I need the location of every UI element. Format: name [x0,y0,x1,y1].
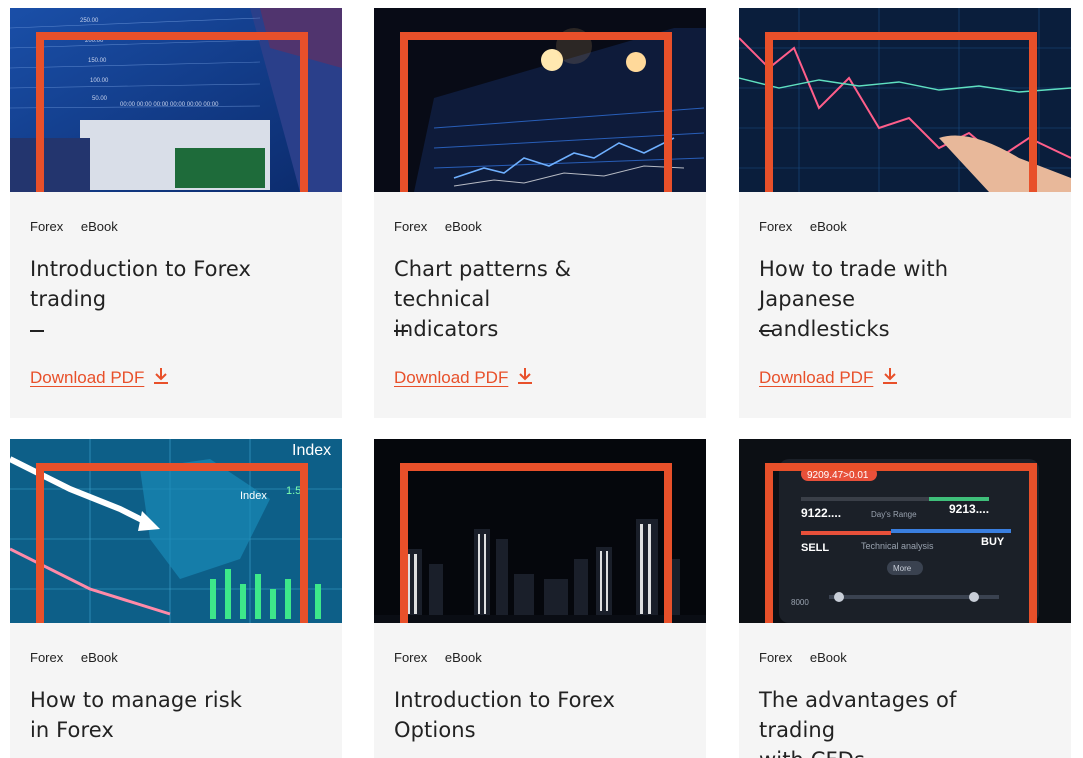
ebook-card[interactable]: Forex eBook How to trade with Japanese c… [739,8,1071,418]
title-line: indicators [394,317,499,341]
download-arrow-icon [518,368,533,384]
candlestick-chart-finger-image[interactable] [739,8,1071,192]
tag-list: Forex eBook [394,219,496,234]
overlay-text: Index [292,442,331,459]
tag[interactable]: Forex [30,219,63,234]
title-line: Introduction to Forex [394,688,616,712]
tag[interactable]: Forex [759,650,792,665]
title-line: The advantages of trading [759,688,957,742]
tag[interactable]: eBook [81,219,118,234]
title-line: candlesticks [759,317,890,341]
orange-frame [36,463,308,623]
card-title[interactable]: How to manage risk in Forex [30,685,310,745]
card-title[interactable]: The advantages of trading with CFDs [759,685,1039,758]
divider-dash [394,330,408,332]
title-line: How to trade with Japanese [759,257,949,311]
card-title[interactable]: How to trade with Japanese candlesticks [759,254,1039,344]
download-pdf-link[interactable]: Download PDF [394,368,533,388]
tag-list: Forex eBook [30,650,132,665]
title-line: Chart patterns & technical [394,257,572,311]
tag[interactable]: eBook [445,650,482,665]
card-title[interactable]: Introduction to Forex Options [394,685,674,745]
tag[interactable]: eBook [445,219,482,234]
divider-dash [759,330,773,332]
forex-trading-screen-image[interactable]: 250.00 200.00 150.00 100.00 50.00 00:00 00:… [10,8,342,192]
orange-frame [765,32,1037,192]
title-line: Options [394,718,476,742]
orange-frame [36,32,308,192]
title-line: in Forex [30,718,114,742]
tag[interactable]: eBook [810,650,847,665]
tag-list: Forex eBook [30,219,132,234]
download-label: Download PDF [30,368,145,387]
divider-dash [30,330,44,332]
tag-list: Forex eBook [759,650,861,665]
tag-list: Forex eBook [759,219,861,234]
tag[interactable]: eBook [810,219,847,234]
ebook-card[interactable]: Forex eBook Introduction to Forex Option… [374,439,706,758]
orange-frame [765,463,1037,623]
tag-list: Forex eBook [394,650,496,665]
title-line: Introduction to Forex [30,257,252,281]
ebook-card[interactable]: Index Index 1.56 Forex eBook How to mana… [10,439,342,758]
ebook-card[interactable]: Forex eBook Chart patterns & technical i… [374,8,706,418]
card-title[interactable]: Introduction to Forex trading [30,254,310,314]
download-arrow-icon [883,368,898,384]
download-label: Download PDF [394,368,509,387]
title-line: How to manage risk [30,688,243,712]
download-label: Download PDF [759,368,874,387]
ebook-card[interactable]: 250.00 200.00 150.00 100.00 50.00 00:00 00:… [10,8,342,418]
orange-frame [400,32,672,192]
download-arrow-icon [154,368,169,384]
city-skyline-night-image[interactable] [374,439,706,623]
card-title[interactable]: Chart patterns & technical indicators [394,254,674,344]
download-pdf-link[interactable]: Download PDF [30,368,169,388]
trading-app-phone-image[interactable]: 9209.47>0.01 9122.... Day's Range 9213..… [739,439,1071,623]
tag[interactable]: Forex [394,219,427,234]
download-pdf-link[interactable]: Download PDF [759,368,898,388]
ebook-card[interactable]: 9209.47>0.01 9122.... Day's Range 9213..… [739,439,1071,758]
index-world-map-chart-image[interactable]: Index Index 1.56 [10,439,342,623]
tag[interactable]: Forex [30,650,63,665]
tag[interactable]: Forex [759,219,792,234]
tag[interactable]: Forex [394,650,427,665]
tag[interactable]: eBook [81,650,118,665]
chart-on-tablet-image[interactable] [374,8,706,192]
svg-text:250.00: 250.00 [80,18,99,24]
orange-frame [400,463,672,623]
title-line: trading [30,287,107,311]
title-line: with CFDs [759,748,865,758]
